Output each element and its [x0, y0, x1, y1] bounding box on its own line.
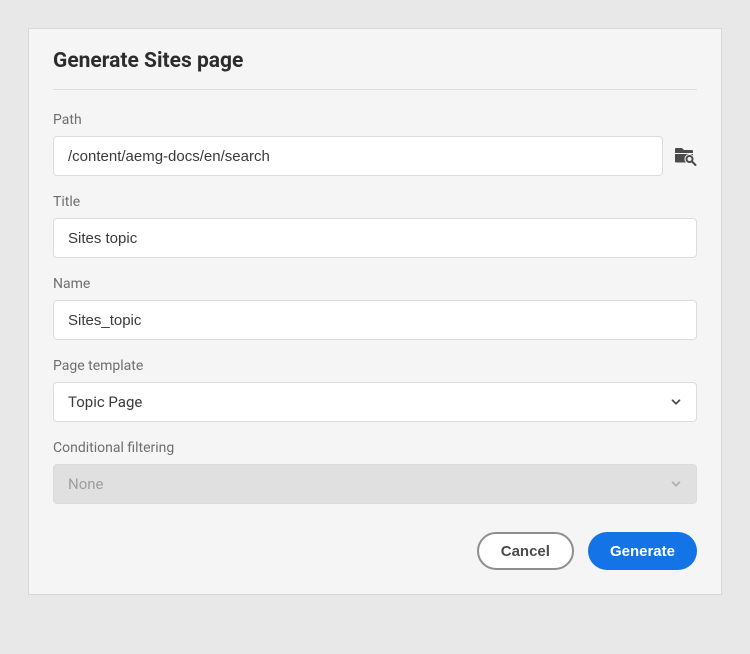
title-label: Title	[53, 194, 697, 210]
title-input[interactable]	[53, 218, 697, 258]
folder-search-icon[interactable]	[673, 144, 697, 168]
name-label: Name	[53, 276, 697, 292]
dialog-title: Generate Sites page	[53, 49, 697, 90]
title-field: Title	[53, 194, 697, 258]
name-field: Name	[53, 276, 697, 340]
path-input[interactable]	[53, 136, 663, 176]
page-template-value: Topic Page	[68, 393, 142, 411]
path-field: Path	[53, 112, 697, 176]
generate-sites-page-dialog: Generate Sites page Path Title Name Page…	[28, 28, 722, 595]
dialog-button-row: Cancel Generate	[53, 532, 697, 570]
page-template-label: Page template	[53, 358, 697, 374]
conditional-filtering-label: Conditional filtering	[53, 440, 697, 456]
path-label: Path	[53, 112, 697, 128]
generate-button[interactable]: Generate	[588, 532, 697, 570]
page-template-select[interactable]: Topic Page	[53, 382, 697, 422]
conditional-filtering-field: Conditional filtering None	[53, 440, 697, 504]
cancel-button[interactable]: Cancel	[477, 532, 574, 570]
name-input[interactable]	[53, 300, 697, 340]
path-input-row	[53, 136, 697, 176]
conditional-filtering-value: None	[68, 475, 104, 493]
page-template-field: Page template Topic Page	[53, 358, 697, 422]
conditional-filtering-select: None	[53, 464, 697, 504]
